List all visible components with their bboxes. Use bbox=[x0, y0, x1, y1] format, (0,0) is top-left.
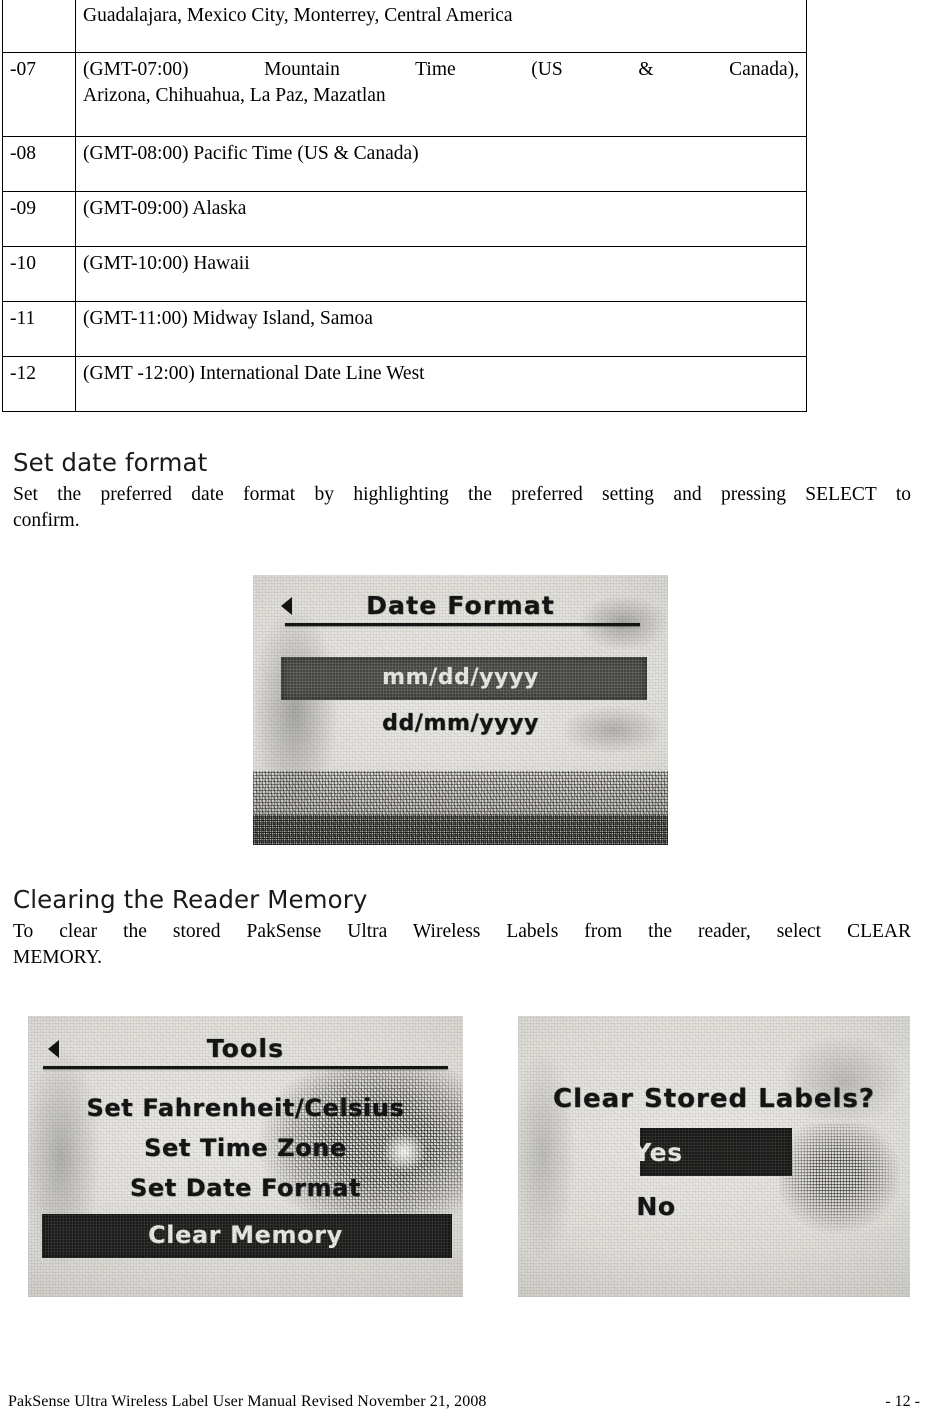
paragraph-line: MEMORY. bbox=[13, 946, 103, 968]
timezone-description-cell: (GMT-10:00) Hawaii bbox=[75, 246, 807, 302]
paragraph-line: Set the preferred date format by highlig… bbox=[13, 484, 911, 505]
timezone-offset-cell: -12 bbox=[2, 356, 76, 412]
timezone-offset-cell bbox=[2, 0, 76, 53]
timezone-description-cell: (GMT-07:00) Mountain Time (US & Canada),… bbox=[75, 52, 807, 137]
figure-clear-confirm-screen: Clear Stored Labels? Yes No bbox=[518, 1016, 910, 1297]
paragraph-line: confirm. bbox=[13, 509, 80, 531]
photo-noise-band-dense bbox=[253, 815, 668, 845]
paragraph-line: To clear the stored PakSense Ultra Wirel… bbox=[13, 921, 911, 942]
lcd-menu-item-set-fahrenheit-celsius[interactable]: Set Fahrenheit/Celsius bbox=[28, 1094, 463, 1122]
timezone-description-line-1: (GMT-07:00) Mountain Time (US & Canada), bbox=[83, 59, 799, 80]
timezone-description-cell: (GMT -12:00) International Date Line Wes… bbox=[75, 356, 807, 412]
timezone-table: Guadalajara, Mexico City, Monterrey, Cen… bbox=[2, 0, 807, 412]
table-row: -09 (GMT-09:00) Alaska bbox=[2, 191, 807, 247]
lcd-menu-item-clear-memory[interactable]: Clear Memory bbox=[28, 1221, 463, 1249]
table-row: -11 (GMT-11:00) Midway Island, Samoa bbox=[2, 301, 807, 357]
footer-document-title: PakSense Ultra Wireless Label User Manua… bbox=[8, 1393, 487, 1410]
table-row: -10 (GMT-10:00) Hawaii bbox=[2, 246, 807, 302]
lcd-title-divider bbox=[43, 1066, 448, 1069]
timezone-description-line-2: Arizona, Chihuahua, La Paz, Mazatlan bbox=[83, 84, 386, 106]
timezone-description-cell: (GMT-09:00) Alaska bbox=[75, 191, 807, 247]
timezone-offset-cell: -11 bbox=[2, 301, 76, 357]
table-row: -08 (GMT-08:00) Pacific Time (US & Canad… bbox=[2, 136, 807, 192]
section-paragraph-clearing-reader-memory: To clear the stored PakSense Ultra Wirel… bbox=[13, 919, 911, 971]
timezone-description-cell: Guadalajara, Mexico City, Monterrey, Cen… bbox=[75, 0, 807, 53]
timezone-offset-cell: -07 bbox=[2, 52, 76, 137]
lcd-option-label-ddmmyyyy[interactable]: dd/mm/yyyy bbox=[253, 711, 668, 736]
footer-page-number: - 12 - bbox=[885, 1393, 920, 1410]
figure-date-format-screen: Date Format mm/dd/yyyy dd/mm/yyyy bbox=[253, 575, 668, 845]
lcd-confirm-option-no[interactable]: No bbox=[518, 1192, 852, 1221]
table-row: -12 (GMT -12:00) International Date Line… bbox=[2, 356, 807, 412]
lcd-option-label-mmddyyyy[interactable]: mm/dd/yyyy bbox=[253, 665, 668, 690]
timezone-description-cell: (GMT-08:00) Pacific Time (US & Canada) bbox=[75, 136, 807, 192]
timezone-offset-cell: -09 bbox=[2, 191, 76, 247]
timezone-table-body: Guadalajara, Mexico City, Monterrey, Cen… bbox=[2, 0, 807, 412]
section-paragraph-set-date-format: Set the preferred date format by highlig… bbox=[13, 482, 911, 534]
lcd-screen-title: Tools bbox=[206, 1034, 285, 1063]
timezone-offset-cell: -08 bbox=[2, 136, 76, 192]
lcd-confirm-question: Clear Stored Labels? bbox=[552, 1084, 875, 1114]
lcd-screen-title: Date Format bbox=[366, 591, 555, 620]
figure-tools-screen: Tools Set Fahrenheit/Celsius Set Time Zo… bbox=[28, 1016, 463, 1297]
lcd-menu-item-set-time-zone[interactable]: Set Time Zone bbox=[28, 1134, 463, 1162]
lcd-title-divider bbox=[285, 623, 640, 626]
timezone-description-cell: (GMT-11:00) Midway Island, Samoa bbox=[75, 301, 807, 357]
section-heading-clearing-reader-memory: Clearing the Reader Memory bbox=[13, 885, 368, 914]
table-row: -07 (GMT-07:00) Mountain Time (US & Cana… bbox=[2, 52, 807, 137]
lcd-confirm-option-yes[interactable]: Yes bbox=[518, 1138, 854, 1167]
lcd-menu-item-set-date-format[interactable]: Set Date Format bbox=[28, 1174, 463, 1202]
timezone-offset-cell: -10 bbox=[2, 246, 76, 302]
table-row: Guadalajara, Mexico City, Monterrey, Cen… bbox=[2, 0, 807, 53]
section-heading-set-date-format: Set date format bbox=[13, 448, 208, 477]
